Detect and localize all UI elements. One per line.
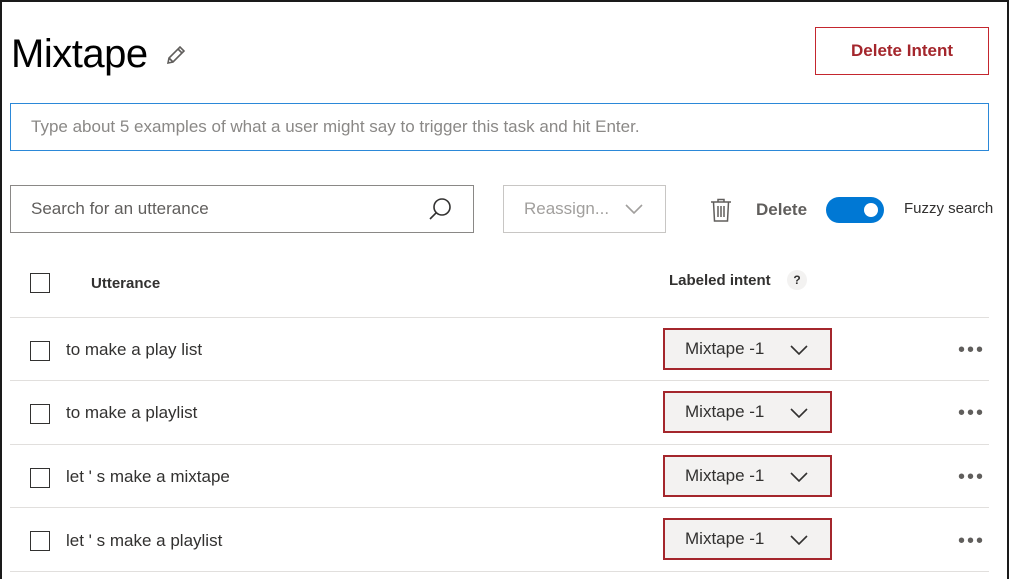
search-icon[interactable]: [427, 196, 453, 222]
row-checkbox[interactable]: [30, 404, 50, 424]
page-title: Mixtape: [11, 32, 148, 76]
labeled-intent-value: Mixtape -1: [685, 529, 765, 548]
chevron-down-icon: [790, 408, 808, 418]
more-options-icon[interactable]: •••: [958, 467, 990, 488]
row-checkbox[interactable]: [30, 531, 50, 551]
fuzzy-search-toggle[interactable]: [826, 197, 884, 223]
labeled-intent-value: Mixtape -1: [685, 466, 765, 485]
divider: [10, 317, 989, 318]
labeled-intent-dropdown[interactable]: Mixtape -1: [663, 328, 832, 370]
chevron-down-icon: [625, 204, 643, 214]
edit-icon[interactable]: [164, 43, 188, 67]
labeled-intent-dropdown[interactable]: Mixtape -1: [663, 518, 832, 560]
utterance-search: [10, 185, 474, 233]
chevron-down-icon: [790, 472, 808, 482]
chevron-down-icon: [790, 535, 808, 545]
help-icon[interactable]: ?: [787, 270, 807, 290]
fuzzy-search-label: Fuzzy search: [904, 200, 994, 217]
labeled-intent-value: Mixtape -1: [685, 402, 765, 421]
select-all-checkbox[interactable]: [30, 273, 50, 293]
divider: [10, 507, 989, 508]
more-options-icon[interactable]: •••: [958, 340, 990, 361]
utterance-text[interactable]: let ' s make a playlist: [66, 531, 222, 551]
reassign-label: Reassign...: [524, 199, 610, 218]
search-input[interactable]: [11, 186, 427, 232]
more-options-icon[interactable]: •••: [958, 403, 990, 424]
chevron-down-icon: [790, 345, 808, 355]
utterance-text[interactable]: to make a playlist: [66, 403, 197, 423]
trash-icon[interactable]: [710, 198, 732, 222]
utterance-text[interactable]: to make a play list: [66, 340, 202, 360]
divider: [10, 571, 989, 572]
row-checkbox[interactable]: [30, 468, 50, 488]
delete-intent-button[interactable]: Delete Intent: [815, 27, 989, 75]
labeled-intent-dropdown[interactable]: Mixtape -1: [663, 455, 832, 497]
toggle-knob: [864, 203, 878, 217]
column-header-labeled-intent[interactable]: Labeled intent: [669, 272, 771, 289]
row-checkbox[interactable]: [30, 341, 50, 361]
divider: [10, 380, 989, 381]
labeled-intent-value: Mixtape -1: [685, 339, 765, 358]
divider: [10, 444, 989, 445]
delete-label[interactable]: Delete: [756, 200, 807, 220]
column-header-utterance[interactable]: Utterance: [91, 275, 160, 292]
utterance-entry-input[interactable]: [10, 103, 989, 151]
more-options-icon[interactable]: •••: [958, 531, 990, 552]
utterance-text[interactable]: let ' s make a mixtape: [66, 467, 230, 487]
reassign-dropdown[interactable]: Reassign...: [503, 185, 666, 233]
labeled-intent-dropdown[interactable]: Mixtape -1: [663, 391, 832, 433]
